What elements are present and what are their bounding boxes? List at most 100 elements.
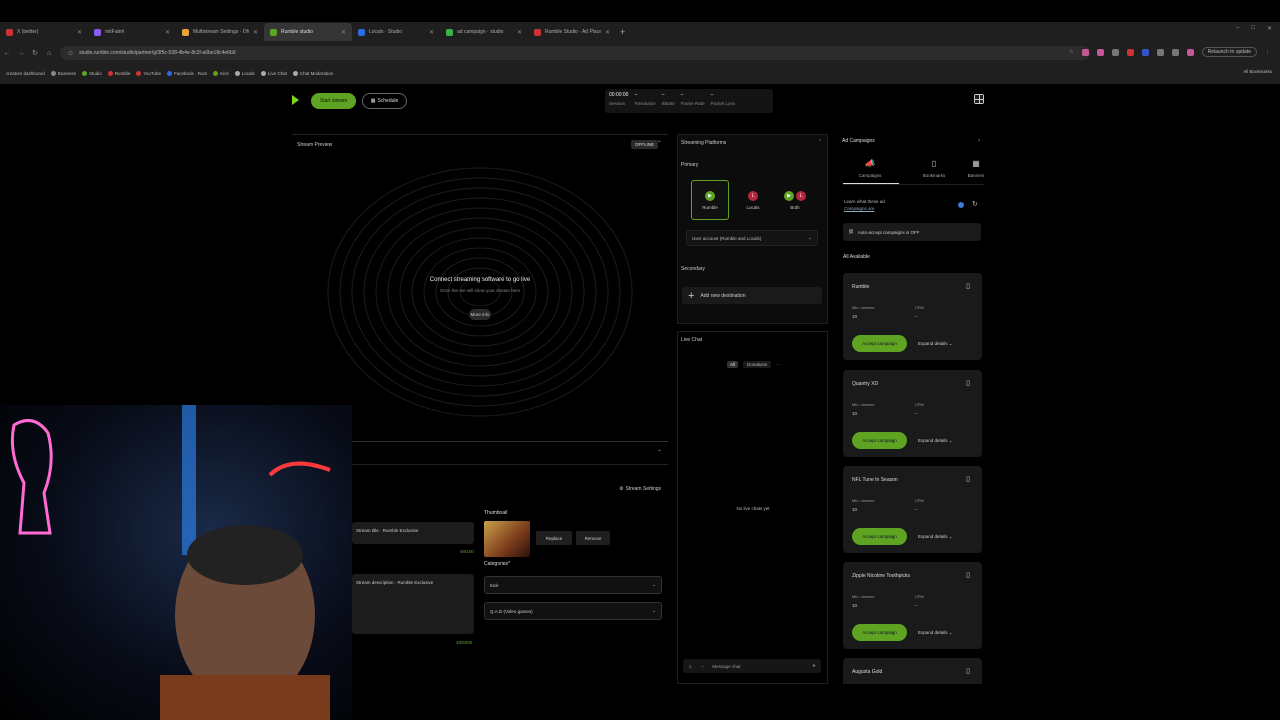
bookmark-item[interactable]: Facebook · Rum: [167, 70, 207, 76]
accept-campaign-button[interactable]: Accept campaign: [852, 528, 907, 545]
accept-campaign-button[interactable]: Accept campaign: [852, 335, 907, 352]
site-info-icon[interactable]: ⊙: [68, 50, 73, 57]
title-field[interactable]: Stream title · Rumble Exclusive: [352, 522, 474, 544]
more-info-button[interactable]: More info: [469, 309, 491, 320]
platform-name: Locals: [746, 204, 760, 210]
bookmark-item[interactable]: Live Chat: [260, 70, 287, 76]
bookmark-icon: ▯: [931, 159, 937, 168]
home-icon[interactable]: ⌂: [42, 50, 56, 57]
chevron-right-icon[interactable]: ›: [978, 138, 980, 144]
chevron-up-icon[interactable]: ⌃: [657, 449, 662, 456]
bookmark-item[interactable]: YouTube: [136, 70, 161, 76]
new-tab-button[interactable]: +: [620, 27, 625, 37]
bookmark-icon[interactable]: ▯: [966, 667, 970, 675]
auto-accept-bar[interactable]: ⛓ Auto-accept campaigns is OFF: [843, 223, 981, 241]
extension-icon[interactable]: [1111, 48, 1119, 56]
bookmark-icon[interactable]: ▯: [966, 571, 970, 579]
close-icon[interactable]: ✕: [517, 29, 522, 36]
all-bookmarks-button[interactable]: All Bookmarks: [1243, 69, 1272, 74]
panel-title: Ad Campaigns: [842, 138, 875, 144]
menu-icon[interactable]: ⋮: [1265, 49, 1270, 55]
forward-icon[interactable]: →: [14, 50, 28, 57]
maximize-icon[interactable]: □: [1251, 25, 1255, 32]
tab-banners[interactable]: ▦ Banners: [956, 160, 996, 179]
bookmark-item[interactable]: Locals: [234, 70, 255, 76]
browser-tab[interactable]: Rumble Studio · Ad Placem ✕: [528, 23, 616, 41]
avatar[interactable]: [1186, 48, 1194, 56]
close-window-icon[interactable]: ✕: [1267, 25, 1272, 32]
campaign-card: Quantry XD ▯ Min. viewers CPM 10 – Accep…: [843, 370, 982, 457]
expand-details-button[interactable]: Expand details ⌄: [918, 534, 953, 540]
browser-tab[interactable]: Locals · Studio ✕: [352, 23, 440, 41]
close-icon[interactable]: ✕: [429, 29, 434, 36]
bookmark-item[interactable]: creators dashboard: [6, 71, 45, 76]
extension-icon[interactable]: [1126, 48, 1134, 56]
chevron-up-icon[interactable]: ⌃: [818, 139, 822, 145]
chevron-up-icon[interactable]: ⌃: [657, 140, 662, 147]
send-icon[interactable]: ➤: [812, 663, 816, 669]
browser-tab[interactable]: mitFateh ✕: [88, 23, 176, 41]
accept-campaign-button[interactable]: Accept campaign: [852, 624, 907, 641]
category-select-secondary[interactable]: Q.A.D (Video games) ⌄: [484, 602, 662, 620]
tab-label: Rumble studio: [281, 29, 313, 35]
expand-details-button[interactable]: Expand details ⌄: [918, 341, 953, 347]
refresh-icon[interactable]: ↻: [972, 200, 978, 208]
sidebar-icon[interactable]: [1171, 48, 1179, 56]
close-icon[interactable]: ✕: [253, 29, 258, 36]
relaunch-button[interactable]: Relaunch to update: [1201, 47, 1257, 57]
accept-campaign-button[interactable]: Accept campaign: [852, 432, 907, 449]
filter-all-button[interactable]: All: [727, 361, 739, 368]
add-destination-button[interactable]: + Add new destination: [682, 287, 822, 304]
bookmark-icon[interactable]: ▯: [966, 475, 970, 483]
bookmarks-bar: creators dashboard Business Studio Rumbl…: [0, 65, 1280, 81]
browser-tab-active[interactable]: Rumble studio ✕: [264, 23, 352, 41]
expand-details-button[interactable]: Expand details ⌄: [918, 438, 953, 444]
bookmark-item[interactable]: Kick: [213, 70, 229, 76]
puzzle-icon[interactable]: [1156, 48, 1164, 56]
back-icon[interactable]: ←: [0, 50, 14, 57]
extension-icon[interactable]: [1141, 48, 1149, 56]
remove-thumbnail-button[interactable]: Remove: [576, 531, 610, 545]
close-icon[interactable]: ✕: [165, 29, 170, 36]
bookmark-item[interactable]: Studio: [82, 70, 102, 76]
filter-donations-button[interactable]: Donations: [743, 361, 772, 368]
section-collapse-bar[interactable]: [350, 441, 668, 465]
close-icon[interactable]: ✕: [605, 29, 610, 36]
bookmark-icon[interactable]: ▯: [966, 282, 970, 290]
bookmark-item[interactable]: Business: [50, 70, 77, 76]
close-icon[interactable]: ✕: [77, 29, 82, 36]
expand-details-button[interactable]: Expand details ⌄: [918, 630, 953, 636]
browser-tab[interactable]: ad campaign · studio ✕: [440, 23, 528, 41]
account-select[interactable]: User account (Rumble and Locals) ⌄: [686, 230, 818, 246]
bookmark-item[interactable]: Rumble: [107, 70, 130, 76]
star-icon[interactable]: ☆: [1069, 49, 1073, 55]
extension-icon[interactable]: [1081, 48, 1089, 56]
learn-link[interactable]: Campaigns are: [844, 206, 875, 211]
emoji-icon[interactable]: ☺: [688, 664, 693, 669]
close-icon[interactable]: ✕: [341, 29, 346, 36]
more-icon[interactable]: ⋯: [776, 362, 781, 368]
bookmark-favicon: [234, 70, 240, 76]
stream-settings-link[interactable]: ⚙ Stream Settings: [619, 486, 661, 492]
browser-tab[interactable]: X (twitter) ✕: [0, 23, 88, 41]
bookmark-label: Business: [57, 70, 77, 76]
browser-tab[interactable]: Multistream Settings · Ohw ✕: [176, 23, 264, 41]
minimize-icon[interactable]: –: [1236, 25, 1239, 32]
chat-message-input[interactable]: ☺ ⌄ Message chat ➤: [683, 659, 821, 673]
address-bar[interactable]: ⊙ studio.rumble.com/studio/partner/g/3f5…: [60, 46, 1090, 60]
description-field[interactable]: Stream description · Rumble Exclusive: [352, 574, 474, 634]
auto-accept-toggle[interactable]: [958, 202, 964, 208]
platform-card-both[interactable]: ▶ L Both: [776, 180, 814, 220]
platform-card-locals[interactable]: L Locals: [734, 180, 772, 220]
platform-card-rumble[interactable]: ▶ Rumble: [691, 180, 729, 220]
reload-icon[interactable]: ↻: [28, 49, 42, 57]
replace-thumbnail-button[interactable]: Replace: [536, 531, 572, 545]
bookmark-label: Locals: [241, 70, 255, 76]
extension-icon[interactable]: [1096, 48, 1104, 56]
tab-bookmarks[interactable]: ▯ Bookmarks: [914, 159, 954, 179]
category-select-primary[interactable]: Kick ⌄: [484, 576, 662, 594]
bookmark-icon[interactable]: ▯: [966, 379, 970, 387]
bookmark-item[interactable]: Chat Moderation: [292, 70, 333, 76]
tab-campaigns[interactable]: 📣 Campaigns: [850, 160, 890, 179]
tab-label: Multistream Settings · Ohw: [193, 29, 249, 35]
